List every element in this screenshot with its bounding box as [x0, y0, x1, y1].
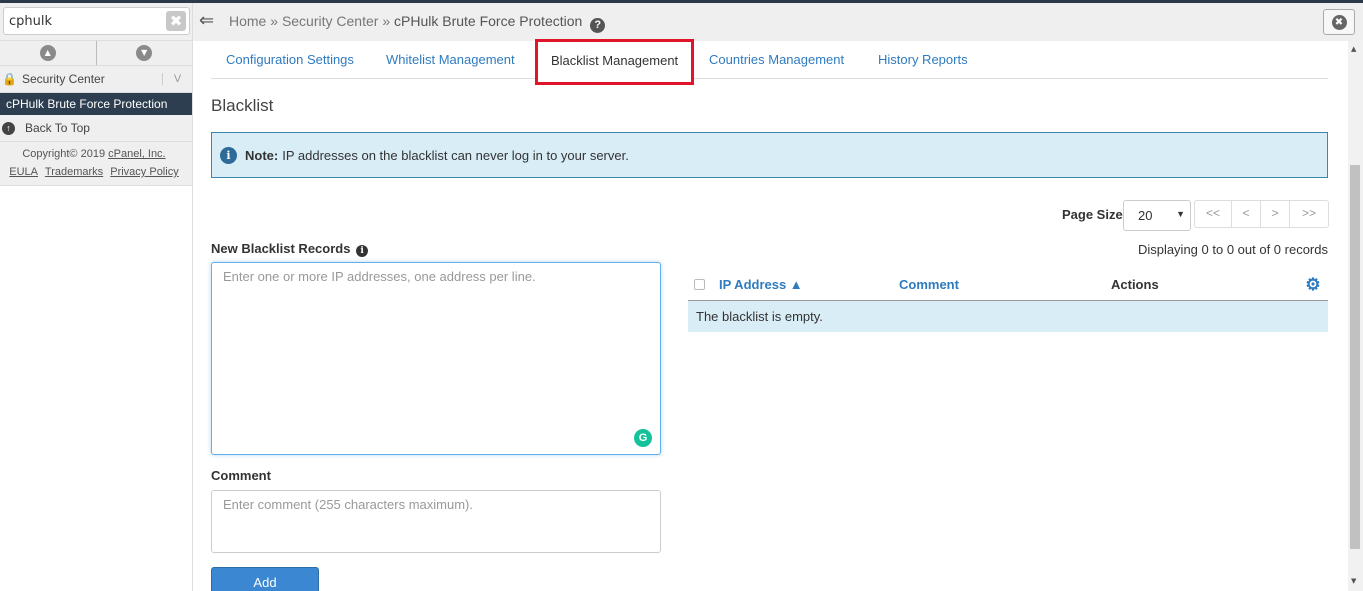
sidebar-item-cphulk[interactable]: cPHulk Brute Force Protection [0, 93, 192, 115]
last-page-button[interactable]: >> [1290, 201, 1328, 227]
back-to-top-link[interactable]: ↑ Back To Top [0, 115, 192, 142]
search-input[interactable] [4, 8, 154, 34]
breadcrumb-bar: ⇐ Home » Security Center » cPHulk Brute … [193, 3, 1363, 41]
copyright-text: Copyright© 2019 [22, 148, 106, 160]
caret-down-icon: ▼ [1176, 209, 1185, 219]
next-page-button[interactable]: > [1261, 201, 1290, 227]
tab-configuration-settings[interactable]: Configuration Settings [226, 52, 354, 67]
info-icon: i [220, 146, 237, 164]
help-icon[interactable]: ? [590, 18, 606, 33]
tab-history-reports[interactable]: History Reports [878, 52, 968, 67]
back-to-top-label: Back To Top [25, 121, 90, 135]
page-size-value: 20 [1138, 208, 1153, 223]
breadcrumb-current: cPHulk Brute Force Protection [394, 13, 583, 29]
sidebar-section-label: Security Center [22, 72, 105, 86]
gear-icon[interactable]: ⚙ [1298, 275, 1328, 295]
records-count: Displaying 0 to 0 out of 0 records [1137, 242, 1328, 257]
records-label-text: New Blacklist Records [211, 241, 351, 256]
scroll-up-icon[interactable]: ▲ [1351, 45, 1356, 53]
scrollbar-thumb[interactable] [1350, 165, 1360, 549]
column-ip-address[interactable]: IP Address ▲ [719, 277, 899, 292]
privacy-policy-link[interactable]: Privacy Policy [110, 166, 178, 178]
breadcrumb-separator: » [382, 13, 391, 29]
trademarks-link[interactable]: Trademarks [45, 166, 103, 178]
main-content: Configuration Settings Whitelist Managem… [193, 39, 1348, 591]
sidebar-section-security-center[interactable]: 🔒 Security Center V [0, 66, 192, 93]
menu-toggle-icon[interactable]: ⇐ [199, 12, 214, 30]
select-all-checkbox[interactable] [694, 279, 705, 290]
comment-label: Comment [211, 468, 271, 483]
note-title: Note: [245, 147, 279, 163]
ip-records-textarea[interactable] [211, 262, 661, 455]
sidebar: ✖ ▲ ▼ 🔒 Security Center V cPHulk Brute F… [0, 3, 193, 591]
breadcrumb-home[interactable]: Home [229, 13, 266, 29]
pagination-controls: << < > >> [1194, 200, 1329, 228]
breadcrumb-separator: » [270, 13, 279, 29]
column-actions: Actions [1111, 277, 1159, 292]
collapse-all-button[interactable]: ▲ [0, 41, 97, 65]
sidebar-search-area: ✖ [0, 3, 192, 40]
info-icon[interactable]: i [356, 245, 369, 257]
page-size-select[interactable]: 20 ▼ [1123, 200, 1191, 231]
blacklist-table: IP Address ▲ Comment Actions ⚙ The black… [688, 269, 1328, 332]
add-button[interactable]: Add [211, 567, 319, 591]
search-box: ✖ [3, 7, 190, 35]
expand-all-button[interactable]: ▼ [97, 41, 193, 65]
arrow-up-circle-icon: ↑ [2, 121, 15, 135]
page-title: Blacklist [211, 96, 274, 115]
chevron-down-icon[interactable]: V [162, 73, 192, 85]
comment-textarea[interactable] [211, 490, 661, 553]
first-page-button[interactable]: << [1195, 201, 1232, 227]
page-size-label: Page Size [1062, 207, 1123, 222]
tab-whitelist-management[interactable]: Whitelist Management [386, 52, 515, 67]
tab-blacklist-management[interactable]: Blacklist Management [535, 39, 695, 85]
tab-countries-management[interactable]: Countries Management [709, 52, 844, 67]
close-button[interactable]: ✖ [1323, 9, 1355, 35]
tab-bar: Configuration Settings Whitelist Managem… [211, 39, 1328, 85]
table-header: IP Address ▲ Comment Actions ⚙ [688, 269, 1328, 301]
cpanel-link[interactable]: cPanel, Inc. [108, 148, 165, 160]
grammarly-icon[interactable]: G [634, 429, 652, 447]
sidebar-footer: Copyright© 2019 cPanel, Inc. EULA Tradem… [0, 142, 192, 186]
scrollbar[interactable]: ▲ ▼ [1348, 41, 1363, 591]
prev-page-button[interactable]: < [1232, 201, 1261, 227]
arrow-up-icon: ▲ [39, 45, 56, 61]
arrow-down-icon: ▼ [136, 45, 153, 61]
clear-search-icon[interactable]: ✖ [166, 11, 186, 31]
breadcrumb: Home » Security Center » cPHulk Brute Fo… [229, 13, 606, 33]
scroll-down-icon[interactable]: ▼ [1351, 577, 1356, 585]
column-comment[interactable]: Comment [899, 277, 1111, 292]
eula-link[interactable]: EULA [9, 166, 38, 178]
lock-icon: 🔒 [2, 72, 17, 86]
table-empty-row: The blacklist is empty. [688, 301, 1328, 332]
close-icon: ✖ [1331, 15, 1347, 30]
note-text: IP addresses on the blacklist can never … [282, 147, 629, 163]
collapse-controls: ▲ ▼ [0, 40, 192, 66]
note-alert: i Note: IP addresses on the blacklist ca… [211, 132, 1328, 178]
breadcrumb-security-center[interactable]: Security Center [282, 13, 378, 29]
records-label: New Blacklist Records i [211, 241, 369, 257]
